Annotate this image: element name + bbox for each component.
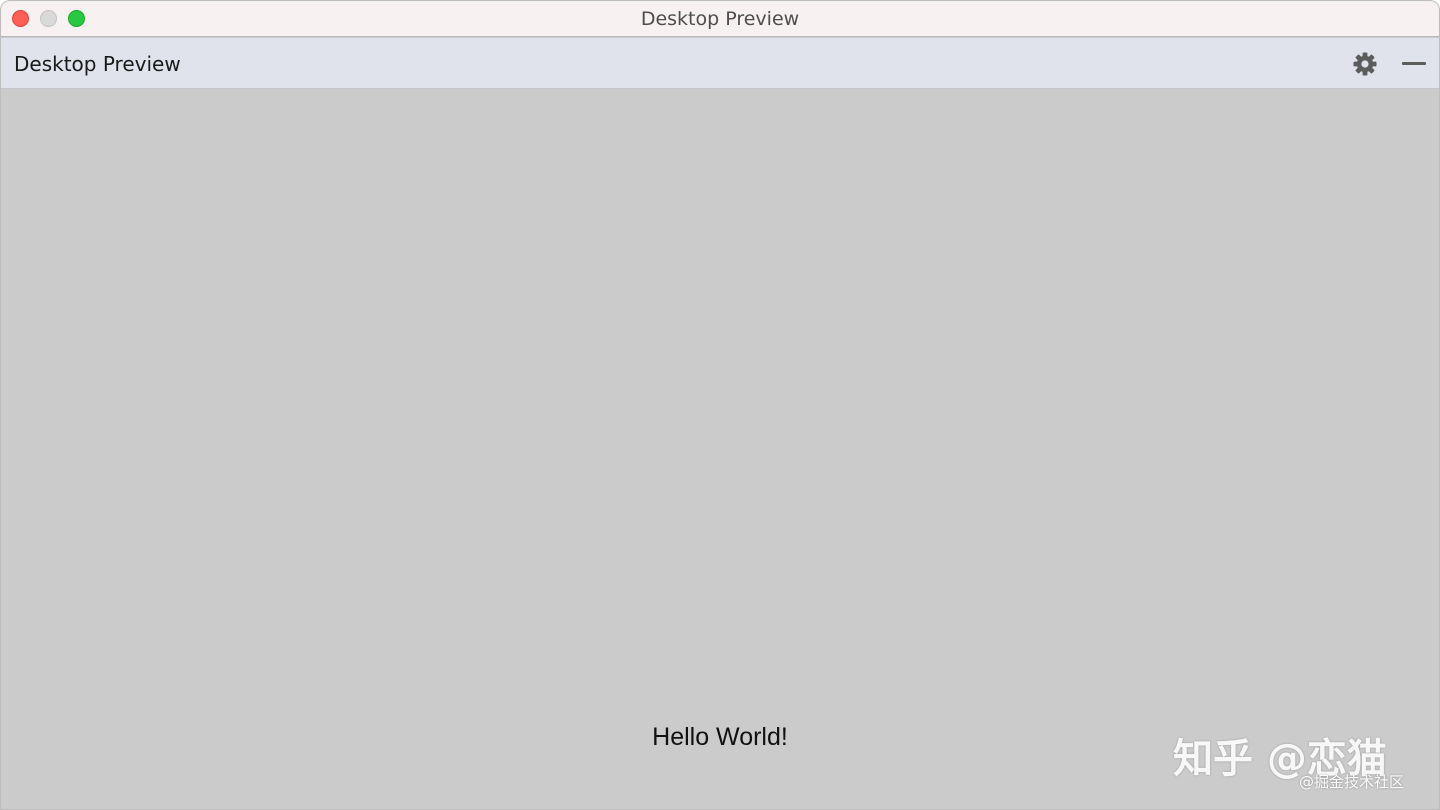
- window-titlebar[interactable]: Desktop Preview: [1, 1, 1439, 37]
- preview-canvas: Hello World! 知乎 @恋猫 @掘金技术社区: [1, 89, 1439, 809]
- tool-window-header: Desktop Preview: [1, 38, 1439, 89]
- panel-title: Desktop Preview: [14, 52, 181, 76]
- watermark-source: @掘金技术社区: [1299, 773, 1405, 791]
- minimize-icon[interactable]: [1400, 52, 1428, 76]
- gear-icon[interactable]: [1352, 51, 1378, 77]
- app-window: Desktop Preview Desktop Preview Hello Wo…: [0, 0, 1440, 810]
- window-title: Desktop Preview: [640, 8, 800, 30]
